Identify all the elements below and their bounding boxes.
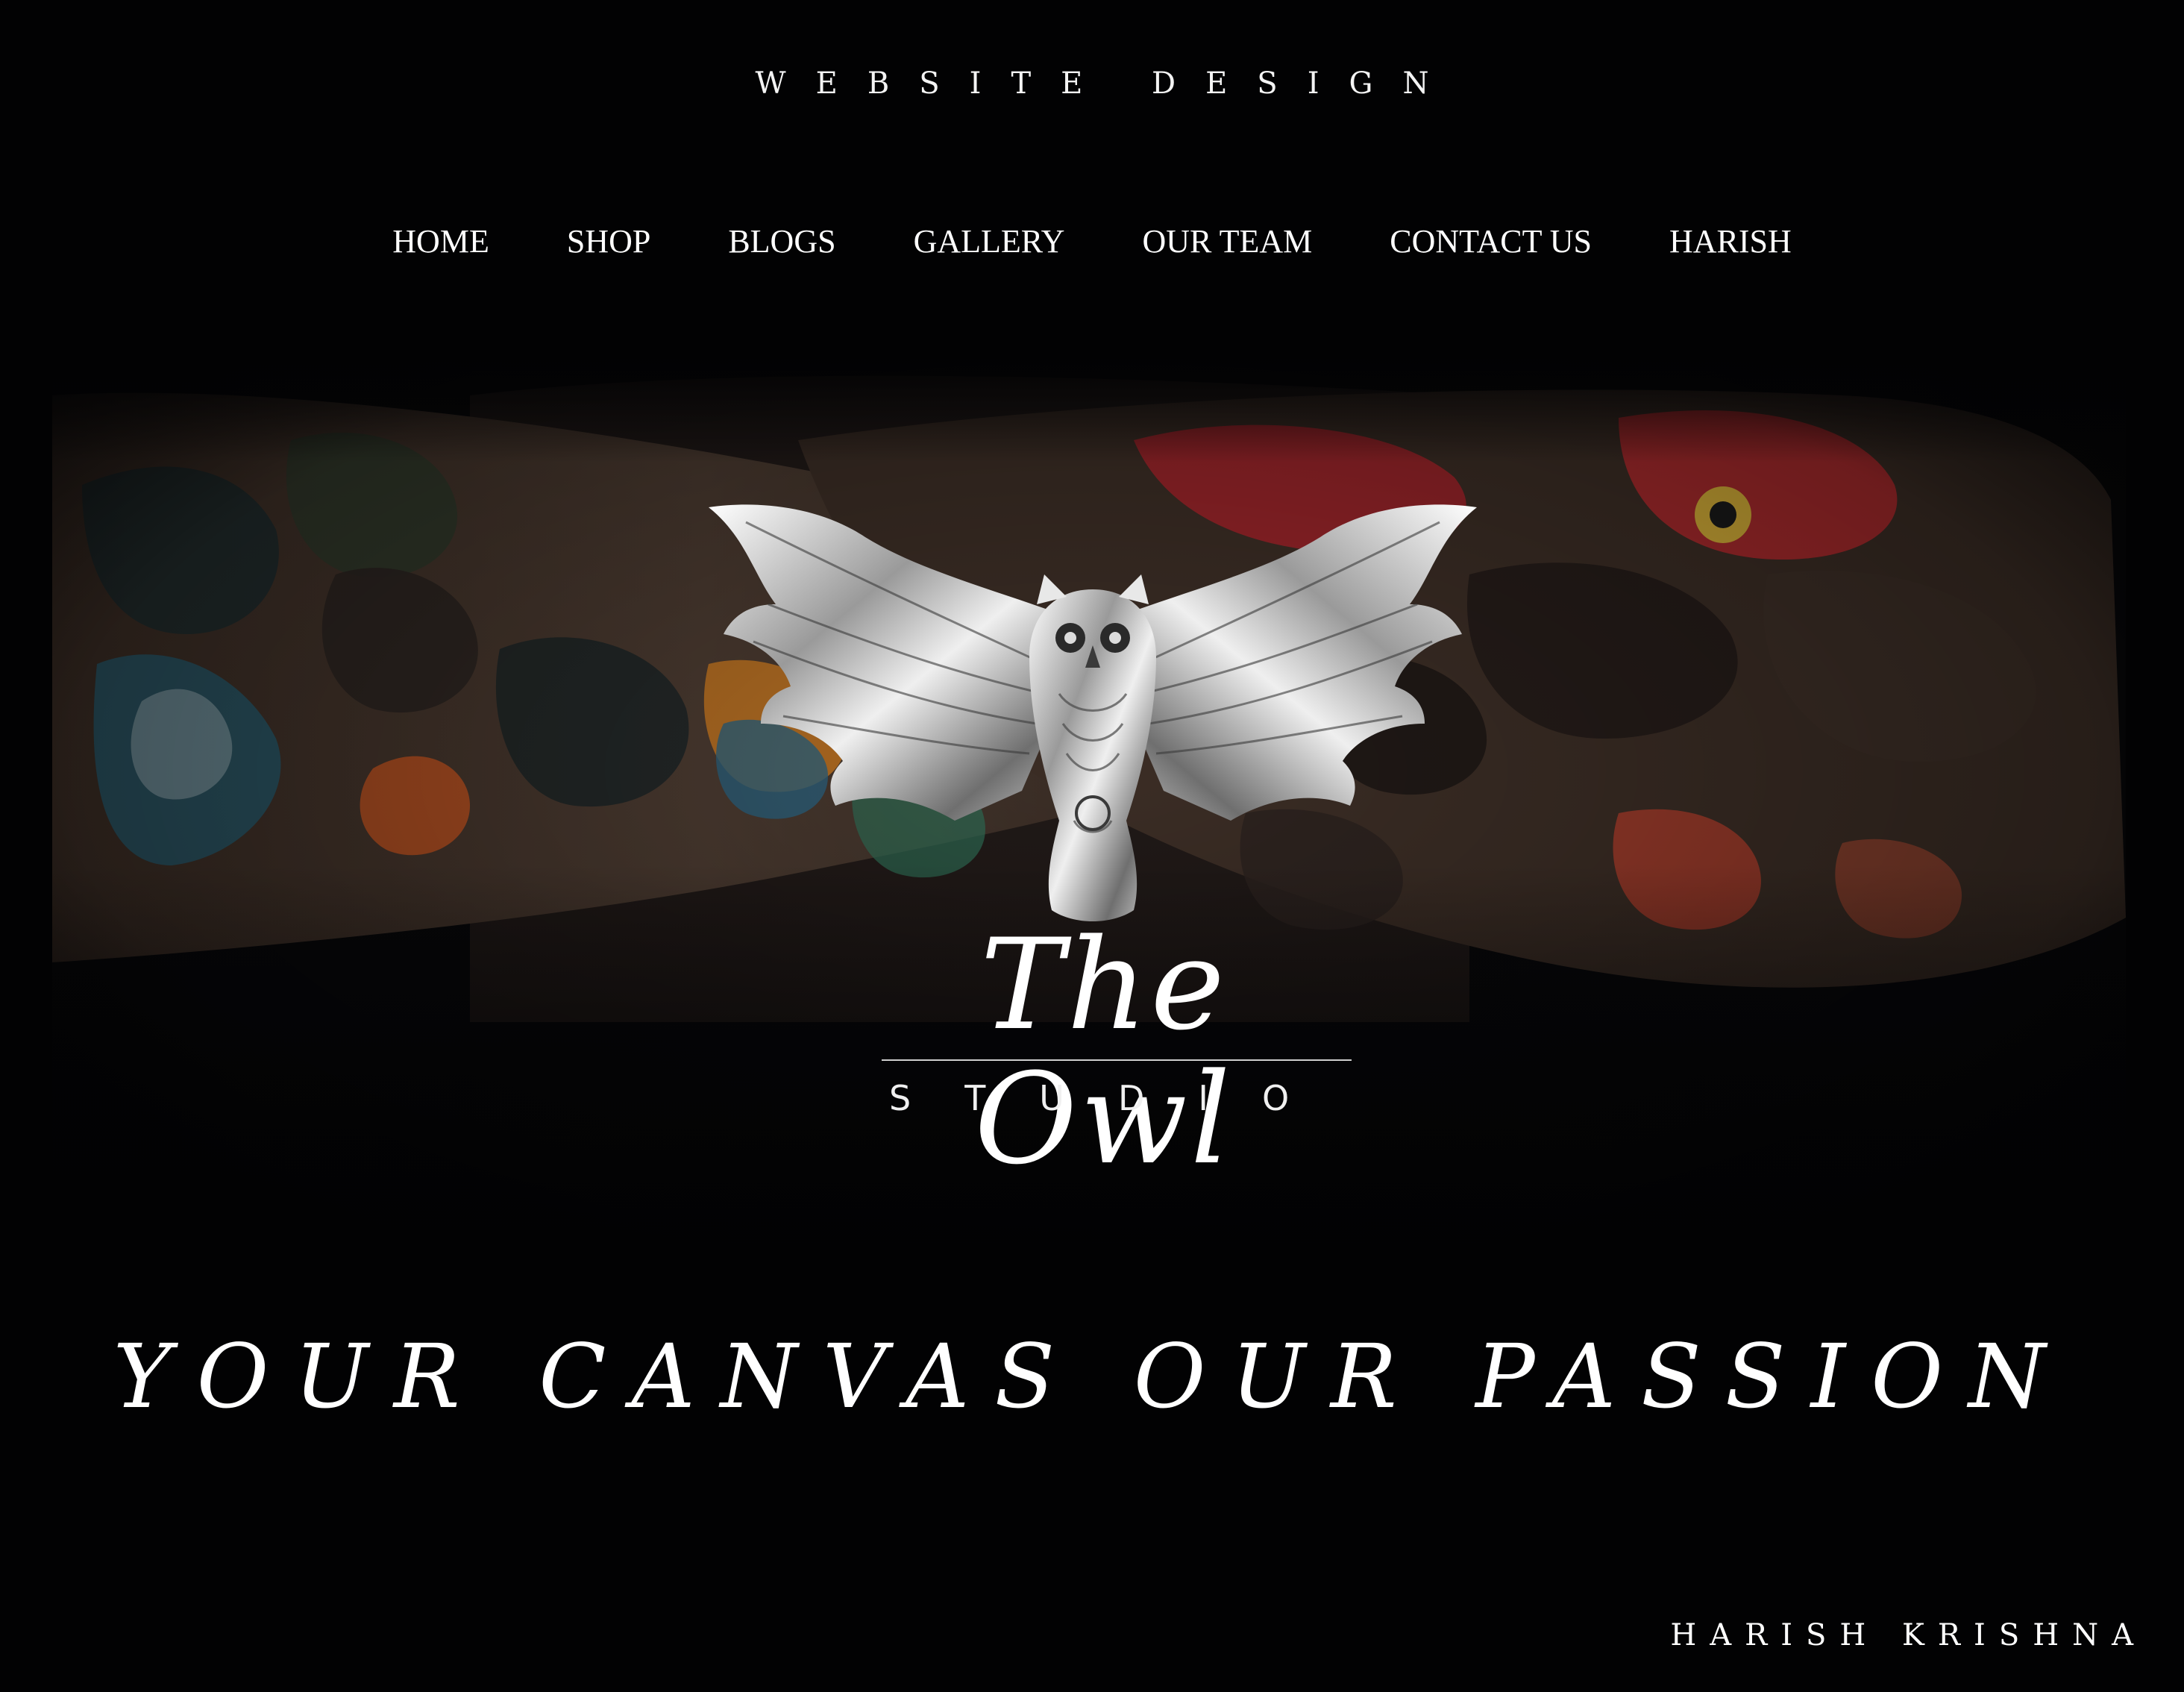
brand-subtitle: STUDIO	[889, 1078, 1343, 1118]
brand-title: The Owl	[974, 912, 1234, 1192]
nav-item-contact-us[interactable]: CONTACT US	[1351, 224, 1631, 260]
nav-item-shop[interactable]: SHOP	[528, 224, 690, 260]
nav-item-blogs[interactable]: BLOGS	[689, 224, 874, 260]
brand-divider	[882, 1059, 1352, 1061]
nav-item-gallery[interactable]: GALLERY	[875, 224, 1104, 260]
nav-item-harish[interactable]: HARISH	[1631, 224, 1830, 260]
nav-item-home[interactable]: HOME	[354, 224, 528, 260]
nav-item-our-team[interactable]: OUR TEAM	[1103, 224, 1351, 260]
page-header-label: WEBSITE DESIGN	[755, 66, 1459, 101]
hero-tagline: YOUR CANVAS OUR PASSION	[113, 1325, 2071, 1428]
main-nav: HOME SHOP BLOGS GALLERY OUR TEAM CONTACT…	[0, 224, 2184, 260]
author-credit: HARISH KRISHNA	[1670, 1618, 2147, 1652]
